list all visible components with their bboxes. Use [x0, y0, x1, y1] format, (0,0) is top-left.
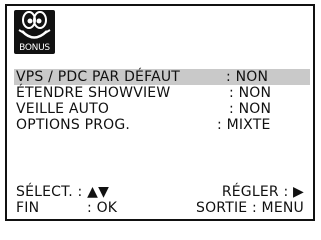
- menu-item-value: : NON: [226, 69, 269, 85]
- end-hint-label: FIN: [16, 200, 40, 216]
- menu-item-etendre-showview[interactable]: ÉTENDRE SHOWVIEW : NON: [14, 85, 310, 101]
- osd-screen: BONUS VPS / PDC PAR DÉFAUT : NON ÉTENDRE…: [5, 4, 315, 221]
- bonus-logo: BONUS: [14, 10, 55, 54]
- menu-item-options-prog[interactable]: OPTIONS PROG. : MIXTE: [14, 117, 310, 133]
- menu-item-value: : NON: [229, 101, 272, 117]
- menu-item-label: ÉTENDRE SHOWVIEW: [16, 85, 171, 101]
- exit-hint: SORTIE : MENU: [195, 200, 304, 216]
- menu-item-veille-auto[interactable]: VEILLE AUTO : NON: [14, 101, 310, 117]
- menu-item-label: OPTIONS PROG.: [16, 117, 131, 133]
- bonus-label: BONUS: [19, 43, 50, 53]
- menu-item-label: VPS / PDC PAR DÉFAUT: [16, 69, 181, 85]
- select-hint: SÉLECT. : ▲▼: [16, 184, 110, 200]
- menu-item-vps-pdc[interactable]: VPS / PDC PAR DÉFAUT : NON: [14, 69, 310, 85]
- adjust-hint: RÉGLER : ▶: [221, 184, 304, 200]
- smiley-face-icon: [18, 11, 51, 39]
- end-hint-key: : OK: [87, 200, 118, 216]
- menu-item-value: : MIXTE: [217, 117, 271, 133]
- menu-item-label: VEILLE AUTO: [16, 101, 110, 117]
- menu-item-value: : NON: [229, 85, 272, 101]
